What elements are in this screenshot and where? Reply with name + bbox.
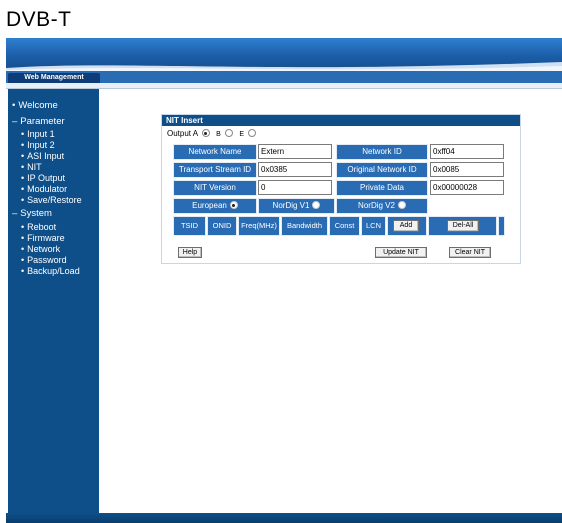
bullet-icon: • bbox=[21, 244, 25, 254]
sidebar-item-password[interactable]: • Password bbox=[21, 255, 67, 265]
help-button[interactable]: Help bbox=[178, 247, 202, 258]
standard-nordig-v1-label: NorDig V1 bbox=[272, 201, 310, 210]
sidebar-item-label: Input 2 bbox=[27, 140, 55, 150]
output-b-label: B bbox=[216, 131, 221, 138]
output-label: Output A bbox=[167, 129, 198, 138]
sidebar-item-save-restore[interactable]: • Save/Restore bbox=[21, 195, 82, 205]
output-e-radio[interactable] bbox=[248, 129, 257, 137]
network-id-input[interactable]: 0xff04 bbox=[430, 144, 504, 159]
sidebar: • Welcome – Parameter • Input 1 • Input 2 • A… bbox=[8, 89, 99, 513]
nit-version-label: NIT Version bbox=[173, 180, 257, 196]
original-network-id-input[interactable]: 0x0085 bbox=[430, 162, 504, 177]
sidebar-item-nit[interactable]: • NIT bbox=[21, 162, 42, 172]
bullet-icon: • bbox=[21, 129, 25, 139]
column-header-bandwidth: Bandwidth bbox=[281, 216, 328, 236]
sidebar-item-label: System bbox=[20, 208, 52, 219]
bullet-icon: – bbox=[12, 208, 18, 219]
sidebar-item-label: Firmware bbox=[27, 233, 65, 243]
output-e-label: E bbox=[239, 131, 244, 138]
sidebar-item-label: Modulator bbox=[27, 184, 68, 194]
bullet-icon: • bbox=[21, 151, 25, 161]
table-end-cell bbox=[498, 216, 505, 236]
bullet-icon: • bbox=[21, 233, 25, 243]
sidebar-item-modulator[interactable]: • Modulator bbox=[21, 184, 67, 194]
sidebar-item-label: Network bbox=[27, 244, 61, 254]
output-selector: Output A B E bbox=[167, 129, 258, 138]
tab-web-management[interactable]: Web Management bbox=[8, 73, 100, 83]
sidebar-item-reboot[interactable]: • Reboot bbox=[21, 222, 56, 232]
private-data-label: Private Data bbox=[336, 180, 428, 196]
bullet-icon: • bbox=[21, 255, 25, 265]
output-b-radio[interactable] bbox=[225, 129, 234, 137]
panel-title: NIT Insert bbox=[162, 115, 520, 126]
bullet-icon: • bbox=[21, 173, 25, 183]
app-frame: Web Management • Welcome – Parameter • Inpu… bbox=[6, 38, 562, 523]
page: DVB-T Web Management • Welcome – Parameter… bbox=[0, 0, 562, 523]
private-data-input[interactable]: 0x00000028 bbox=[430, 180, 504, 195]
sidebar-item-backup-load[interactable]: • Backup/Load bbox=[21, 266, 80, 276]
nit-insert-panel: NIT Insert Output A B E Network Name Ext… bbox=[161, 114, 521, 264]
bullet-icon: • bbox=[21, 195, 25, 205]
standard-european-label: European bbox=[192, 201, 227, 210]
column-header-freq: Freq(MHz) bbox=[238, 216, 280, 236]
network-name-label: Network Name bbox=[173, 144, 257, 160]
bullet-icon: • bbox=[21, 140, 25, 150]
network-id-label: Network ID bbox=[336, 144, 428, 160]
column-header-onid: ONID bbox=[207, 216, 237, 236]
original-network-id-label: Original Network ID bbox=[336, 162, 428, 178]
standard-european-radio[interactable] bbox=[229, 201, 238, 209]
update-nit-button[interactable]: Update NIT bbox=[375, 247, 427, 258]
sidebar-item-label: IP Output bbox=[27, 173, 66, 183]
standard-nordig-v2-label: NorDig V2 bbox=[358, 201, 395, 210]
column-header-tsid: TSID bbox=[173, 216, 206, 236]
sidebar-item-label: Input 1 bbox=[27, 129, 55, 139]
sidebar-item-firmware[interactable]: • Firmware bbox=[21, 233, 65, 243]
sidebar-item-label: NIT bbox=[27, 162, 42, 172]
standard-nordig-v2-radio[interactable] bbox=[397, 201, 406, 209]
transport-stream-id-input[interactable]: 0x0385 bbox=[258, 162, 332, 177]
sidebar-item-label: Backup/Load bbox=[27, 266, 80, 276]
standard-european[interactable]: European bbox=[173, 198, 257, 214]
footer-bar bbox=[6, 513, 562, 523]
sidebar-item-system[interactable]: – System bbox=[12, 208, 52, 219]
standard-nordig-v1[interactable]: NorDig V1 bbox=[258, 198, 335, 214]
bullet-icon: • bbox=[21, 222, 25, 232]
bullet-icon: – bbox=[12, 116, 18, 127]
clear-nit-button[interactable]: Clear NIT bbox=[449, 247, 491, 258]
sidebar-item-label: Save/Restore bbox=[27, 195, 82, 205]
sidebar-item-asi-input[interactable]: • ASI Input bbox=[21, 151, 64, 161]
sidebar-item-welcome[interactable]: • Welcome bbox=[12, 100, 58, 111]
column-header-lcn: LCN bbox=[361, 216, 386, 236]
nit-version-input[interactable]: 0 bbox=[258, 180, 332, 195]
transport-stream-id-label: Transport Stream ID bbox=[173, 162, 257, 178]
sidebar-item-ip-output[interactable]: • IP Output bbox=[21, 173, 65, 183]
page-title: DVB-T bbox=[6, 8, 72, 31]
sidebar-item-input-1[interactable]: • Input 1 bbox=[21, 129, 55, 139]
column-header-const: Const bbox=[329, 216, 360, 236]
bullet-icon: • bbox=[21, 266, 25, 276]
network-name-input[interactable]: Extern bbox=[258, 144, 332, 159]
sidebar-item-label: Reboot bbox=[27, 222, 57, 232]
standard-nordig-v1-radio[interactable] bbox=[312, 201, 321, 209]
sidebar-item-label: Welcome bbox=[18, 100, 58, 111]
sidebar-item-label: Password bbox=[27, 255, 67, 265]
bullet-icon: • bbox=[12, 100, 16, 111]
del-all-button[interactable]: Del-All bbox=[447, 220, 479, 232]
bullet-icon: • bbox=[21, 184, 25, 194]
standard-nordig-v2[interactable]: NorDig V2 bbox=[336, 198, 428, 214]
sidebar-item-label: Parameter bbox=[20, 116, 65, 127]
output-a-radio[interactable] bbox=[201, 129, 210, 137]
sidebar-item-network[interactable]: • Network bbox=[21, 244, 60, 254]
sidebar-item-label: ASI Input bbox=[27, 151, 65, 161]
sidebar-item-input-2[interactable]: • Input 2 bbox=[21, 140, 55, 150]
sidebar-item-parameter[interactable]: – Parameter bbox=[12, 116, 65, 127]
add-button[interactable]: Add bbox=[393, 220, 419, 232]
bullet-icon: • bbox=[21, 162, 25, 172]
main-content: NIT Insert Output A B E Network Name Ext… bbox=[99, 89, 562, 513]
